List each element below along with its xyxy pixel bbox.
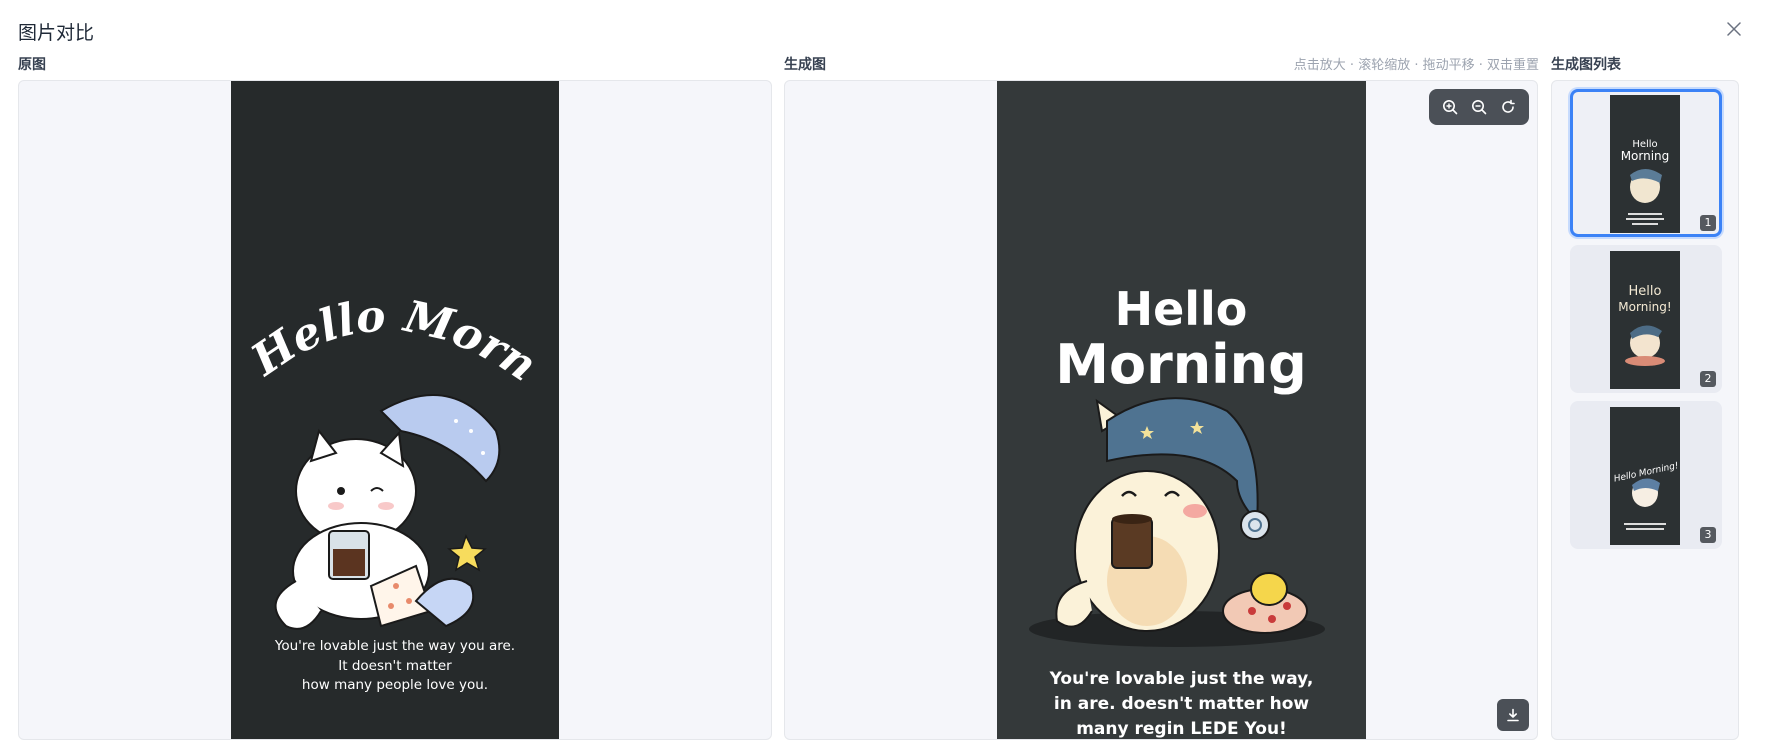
thumbnail-image: Hello Morning!	[1610, 251, 1680, 389]
generated-image[interactable]: Hello Morning You're lovable just the wa…	[997, 81, 1366, 739]
original-image-panel: Hello Morning	[18, 80, 772, 740]
cat-illustration	[1029, 397, 1325, 647]
svg-text:Hello Morning: Hello Morning	[231, 81, 546, 392]
original-quote: You're lovable just the way you are. It …	[231, 637, 559, 696]
original-quote-line: You're lovable just the way you are.	[274, 638, 516, 654]
generated-title-line2: Morning	[1055, 333, 1307, 396]
generated-image-panel[interactable]: Hello Morning You're lovable just the wa…	[784, 80, 1538, 740]
close-button[interactable]	[1723, 18, 1745, 40]
zoom-toolbar	[1429, 89, 1529, 125]
thumbnail-image: Hello Morning	[1610, 95, 1680, 233]
zoom-in-button[interactable]	[1437, 94, 1463, 120]
thumbnail-badge: 2	[1700, 371, 1716, 387]
thumbnail-item[interactable]: Hello Morning! 3	[1570, 401, 1722, 549]
zoom-out-button[interactable]	[1466, 94, 1492, 120]
original-quote-line: It doesn't matter	[338, 657, 452, 674]
close-icon	[1727, 22, 1741, 36]
generated-title-line1: Hello	[1115, 282, 1248, 336]
cat-illustration	[274, 394, 501, 630]
svg-text:Morning: Morning	[1621, 149, 1670, 163]
reset-button[interactable]	[1495, 94, 1521, 120]
original-quote-line: how many people love you.	[301, 677, 489, 693]
thumbnail-list-label: 生成图列表	[1551, 57, 1621, 73]
thumbnail-badge: 1	[1700, 215, 1716, 231]
zoom-out-icon	[1471, 100, 1487, 115]
generated-label: 生成图	[784, 57, 826, 73]
zoom-in-icon	[1442, 100, 1457, 115]
viewer-hint: 点击放大 · 滚轮缩放 · 拖动平移 · 双击重置	[1293, 58, 1539, 73]
download-button[interactable]	[1497, 699, 1529, 731]
svg-text:Hello: Hello	[1629, 284, 1662, 299]
generated-quote-line: You're lovable just the way,	[1049, 669, 1314, 689]
generated-quote-line: many regin LEDE You!	[1076, 719, 1287, 739]
hello-morning-lettering: Hello Morning	[231, 81, 546, 392]
thumbnail-list-panel: Hello Morning 1 Hello Morning! 2 Hello M…	[1551, 80, 1739, 740]
rotate-reset-icon	[1502, 99, 1516, 113]
original-title: Hello Morning	[231, 81, 546, 392]
svg-text:Morning!: Morning!	[1618, 300, 1671, 314]
dialog-title: 图片对比	[18, 22, 95, 44]
generated-quote-line: in are. doesn't matter how	[1053, 694, 1310, 714]
generated-quote: You're lovable just the way, in are. doe…	[997, 667, 1366, 739]
original-label: 原图	[18, 57, 46, 73]
thumbnail-image: Hello Morning!	[1610, 407, 1680, 545]
thumbnail-item[interactable]: Hello Morning 1	[1570, 89, 1722, 237]
thumbnail-item[interactable]: Hello Morning! 2	[1570, 245, 1722, 393]
thumbnail-badge: 3	[1700, 527, 1716, 543]
download-icon	[1507, 708, 1519, 722]
original-image: Hello Morning	[231, 81, 559, 739]
